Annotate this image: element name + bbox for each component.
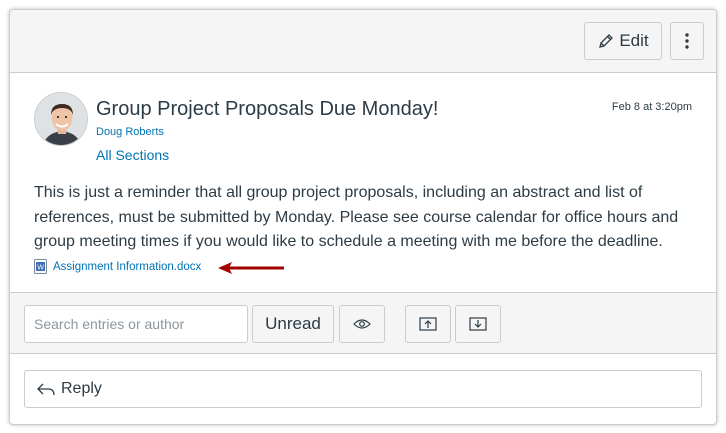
annotation-arrow-icon: [218, 262, 284, 274]
edit-button-label: Edit: [619, 31, 649, 50]
search-input[interactable]: [24, 305, 248, 343]
sections-link[interactable]: All Sections: [96, 147, 169, 163]
unread-label: Unread: [265, 314, 321, 333]
collapse-replies-button[interactable]: [405, 305, 451, 343]
author-link[interactable]: Doug Roberts: [96, 126, 164, 138]
expand-down-icon: [469, 317, 487, 331]
edit-button[interactable]: Edit: [584, 22, 662, 60]
avatar-photo-icon: [35, 93, 87, 145]
post-date: Feb 8 at 3:20pm: [611, 101, 692, 113]
reply-label: Reply: [61, 380, 102, 397]
more-options-button[interactable]: [670, 22, 704, 60]
post-title: Group Project Proposals Due Monday!: [96, 98, 439, 120]
attachment-link[interactable]: W Assignment Information.docx: [34, 259, 201, 274]
mark-all-read-button[interactable]: [339, 305, 385, 343]
collapse-up-icon: [419, 317, 437, 331]
kebab-vertical-icon: [685, 33, 689, 49]
discussion-panel: Edit Group Project Proposals Due Monday!…: [9, 9, 717, 425]
top-toolbar: Edit: [10, 10, 716, 73]
reply-arrow-icon: [37, 383, 55, 396]
expand-replies-button[interactable]: [455, 305, 501, 343]
svg-text:W: W: [37, 265, 44, 272]
pencil-icon: [599, 34, 614, 48]
word-document-icon: W: [34, 259, 47, 274]
attachment-filename: Assignment Information.docx: [53, 260, 202, 273]
unread-filter-button[interactable]: Unread: [252, 305, 334, 343]
filter-bar: Unread: [10, 292, 716, 354]
reply-button[interactable]: Reply: [24, 370, 702, 408]
post-body: This is just a reminder that all group p…: [34, 184, 679, 250]
eye-icon: [353, 319, 371, 329]
author-avatar[interactable]: [34, 92, 88, 146]
